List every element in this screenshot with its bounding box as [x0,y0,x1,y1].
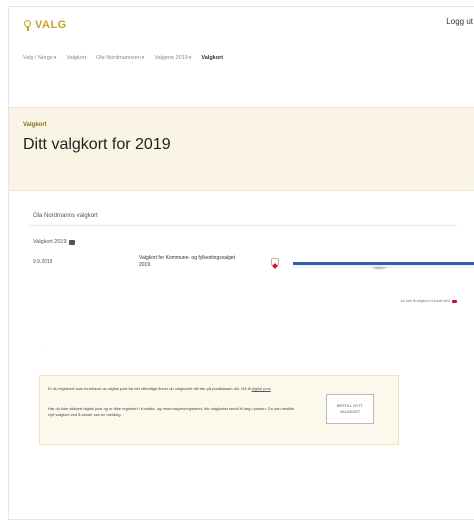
valgkort-year-text: Valgkort 2019 [33,239,67,245]
divider [29,225,457,226]
nav-item-valgkort-active[interactable]: Valgkort [201,55,223,61]
election-name: Valgkort for Kommune- og fylkestingsvalg… [139,255,236,268]
page-frame: VALG Logg ut Valg i Norge▾ Valgkort Ole … [8,6,474,520]
hint-text: Du kan få valgkort et annet sted [400,299,450,303]
chevron-down-icon: ▾ [141,55,145,61]
nav-item-label: Valgkort [201,55,224,61]
nav-item-profile[interactable]: Ole Nordmannsen▾ [96,55,144,61]
nav-item-label: Ole Nordmannsen [96,55,141,61]
election-date: 9.9.2019 [33,259,53,265]
notice-paragraph-1: Er du registrert som innehaver av digita… [48,386,298,392]
ballot-logo-icon [23,20,32,31]
nav-item-label: Valg i Norge [23,55,53,61]
logo-text: VALG [35,19,67,31]
valgkort-status-icon [271,258,279,269]
card-title: Ola Nordmanns valgkort [33,213,98,219]
nav-item-valgkort[interactable]: Valgkort [66,55,86,61]
site-logo[interactable]: VALG [23,19,67,31]
progress-fill [293,262,474,265]
hero-kicker: Valgkort [23,122,47,128]
logout-link[interactable]: Logg ut [446,17,473,26]
nav-item-valg-i-norge[interactable]: Valg i Norge▾ [23,55,56,61]
faint-text: ... [39,347,43,352]
main-nav: Valg i Norge▾ Valgkort Ole Nordmannsen▾ … [23,55,223,61]
digital-post-link[interactable]: digital post [252,386,271,391]
digital-post-notice: Er du registrert som innehaver av digita… [39,375,399,445]
valgkort-progress: Valgkort [293,262,474,270]
page-title: Ditt valgkort for 2019 [23,136,171,153]
notice-paragraph-2: Har du ikke aktivert digital post og er … [48,406,295,417]
hero-banner: Valgkort Ditt valgkort for 2019 [9,107,474,191]
alternate-location-hint[interactable]: Du kan få valgkort et annet sted [401,299,457,303]
print-icon[interactable] [68,239,75,245]
nav-item-label: Valgkort [66,55,87,61]
chevron-down-icon: ▾ [188,55,192,61]
progress-label: Valgkort [373,266,386,270]
nav-item-valgene[interactable]: Valgene 2019▾ [154,55,191,61]
order-new-valgkort-button[interactable]: BESTILL NYTT VALGKORT [326,394,374,424]
info-badge-icon [452,299,457,303]
nav-item-label: Valgene 2019 [154,55,188,61]
valgkort-card: Ola Nordmanns valgkort Valgkort 2019 9.9… [29,213,474,311]
valgkort-year-label: Valgkort 2019 [33,239,75,245]
notice-text: Er du registrert som innehaver av digita… [48,386,251,391]
chevron-down-icon: ▾ [53,55,57,61]
